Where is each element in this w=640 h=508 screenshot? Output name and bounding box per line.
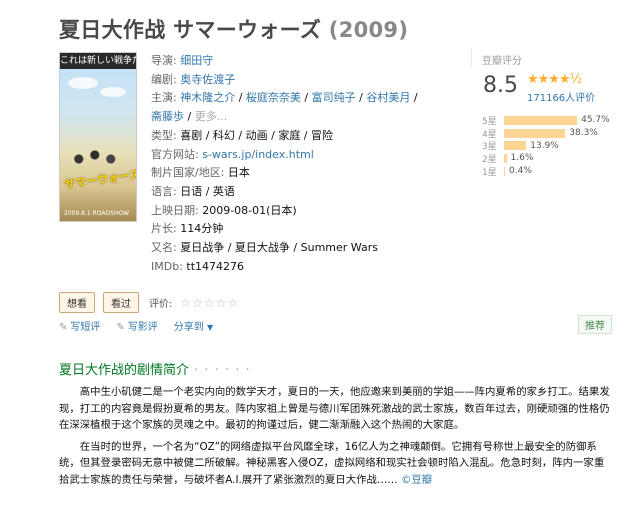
genre-value: 喜剧 / 科幻 / 动画 / 家庭 / 冒险: [180, 128, 334, 142]
language-value: 日语 / 英语: [180, 184, 235, 198]
cast-link[interactable]: 谷村美月: [366, 91, 410, 104]
cast-row-2: 斋藤歩 / 更多...: [151, 110, 228, 124]
cast-link[interactable]: 桜庭奈奈美: [246, 91, 301, 104]
site-row: 官方网站: s-wars.jp/index.html: [151, 147, 314, 161]
director-link[interactable]: 细田守: [180, 54, 213, 67]
rating-label: 豆瓣评分: [482, 56, 522, 67]
edit-icon: ✎: [116, 322, 125, 333]
cast-link[interactable]: 神木隆之介: [180, 91, 235, 104]
synopsis-heading: 夏日大作战的剧情简介 · · · · · ·: [59, 363, 251, 378]
rating-row: 1星 0.4%: [482, 166, 532, 178]
aka-row: 又名: 夏日战争 / 夏日大战争 / Summer Wars: [151, 241, 378, 255]
rating-panel: 豆瓣评分 8.5 ★★★★½ 171166人评价 5星 45.7% 4星 38.…: [471, 48, 630, 178]
rating-row: 2星 1.6%: [482, 153, 534, 165]
imdb-row: IMDb: tt1474276: [151, 259, 245, 273]
movie-poster[interactable]: これは新しい戦争だ サマーウォーズ 2009.8.1 ROADSHOW: [59, 52, 137, 222]
imdb-value: tt1474276: [186, 259, 245, 273]
action-bar: 想看 看过 评价: ☆☆☆☆☆: [59, 292, 239, 313]
write-review-link[interactable]: ✎ 写影评: [116, 318, 157, 333]
rating-votes-link[interactable]: 171166人评价: [527, 89, 595, 104]
writer-link[interactable]: 奥寺佐渡子: [180, 73, 235, 86]
rating-bar: [504, 128, 566, 138]
rating-bar: [504, 141, 527, 151]
chevron-down-icon: ▼: [206, 323, 214, 332]
cast-row: 主演: 神木隆之介 / 桜庭奈奈美 / 富司纯子 / 谷村美月 /: [151, 91, 418, 105]
official-site-link[interactable]: s-wars.jp/index.html: [202, 148, 314, 161]
rating-bar: [504, 153, 507, 163]
write-short-review-link[interactable]: ✎ 写短评: [59, 318, 100, 333]
share-link[interactable]: 分享到 ▼: [174, 318, 213, 333]
recommend-button[interactable]: 推荐: [578, 315, 612, 334]
rating-row: 3星 13.9%: [482, 140, 559, 153]
page-title: 夏日大作战 サマーウォーズ (2009): [59, 14, 408, 44]
watched-button[interactable]: 看过: [103, 292, 139, 313]
writer-row: 编剧: 奥寺佐渡子: [151, 72, 236, 86]
country-row: 制片国家/地区: 日本: [151, 166, 250, 180]
comment-icon: ✎: [59, 322, 68, 333]
runtime-value: 114分钟: [180, 222, 224, 236]
movie-year: (2009): [328, 18, 409, 42]
douban-source-link[interactable]: ©豆瓣: [401, 474, 432, 486]
rate-label: 评价:: [149, 299, 173, 310]
movie-title: 夏日大作战 サマーウォーズ: [59, 18, 322, 42]
synopsis-paragraph: 高中生小矶健二是一个老实内向的数学天才，夏日的一天，他应邀来到美丽的学姐——阵内…: [59, 386, 610, 431]
movie-info: 导演: 细田守 编剧: 奥寺佐渡子 主演: 神木隆之介 / 桜庭奈奈美 / 富司…: [151, 52, 451, 276]
country-value: 日本: [227, 166, 250, 180]
rating-score: 8.5: [483, 73, 518, 98]
rating-row: 4星 38.3%: [482, 128, 598, 140]
poster-top-text: これは新しい戦争だ: [60, 53, 136, 69]
language-row: 语言: 日语 / 英语: [151, 184, 235, 198]
rating-distribution: 5星 45.7% 4星 38.3% 3星 13.9% 2星 1.6% 1星 0.…: [482, 114, 610, 177]
director-row: 导演: 细田守: [151, 54, 214, 67]
synopsis-text: 高中生小矶健二是一个老实内向的数学天才，夏日的一天，他应邀来到美丽的学姐——阵内…: [59, 384, 614, 493]
comment-links: ✎ 写短评 ✎ 写影评 分享到 ▼: [59, 318, 213, 333]
rate-stars-icon[interactable]: ☆☆☆☆☆: [180, 296, 239, 310]
want-to-watch-button[interactable]: 想看: [59, 292, 95, 313]
genre-row: 类型: 喜剧 / 科幻 / 动画 / 家庭 / 冒险: [151, 128, 334, 142]
poster-bottom-text: 2009.8.1 ROADSHOW: [64, 210, 130, 217]
cast-link[interactable]: 斋藤歩: [151, 110, 184, 123]
cast-link[interactable]: 富司纯子: [312, 91, 356, 104]
synopsis-paragraph-2: 在当时的世界，一个名为“OZ”的网络虚拟平台风靡全球，16亿人为之神魂颠倒。它拥…: [59, 440, 605, 486]
release-value: 2009-08-01(日本): [202, 203, 297, 217]
rating-row: 5星 45.7%: [482, 115, 610, 127]
rating-bar: [504, 115, 578, 125]
runtime-row: 片长: 114分钟: [151, 222, 224, 236]
cast-more-link[interactable]: 更多...: [195, 110, 228, 123]
rating-stars-icon: ★★★★½: [527, 72, 582, 87]
release-row: 上映日期: 2009-08-01(日本): [151, 203, 297, 217]
rating-bar: [504, 166, 505, 176]
aka-value: 夏日战争 / 夏日大战争 / Summer Wars: [180, 241, 378, 255]
